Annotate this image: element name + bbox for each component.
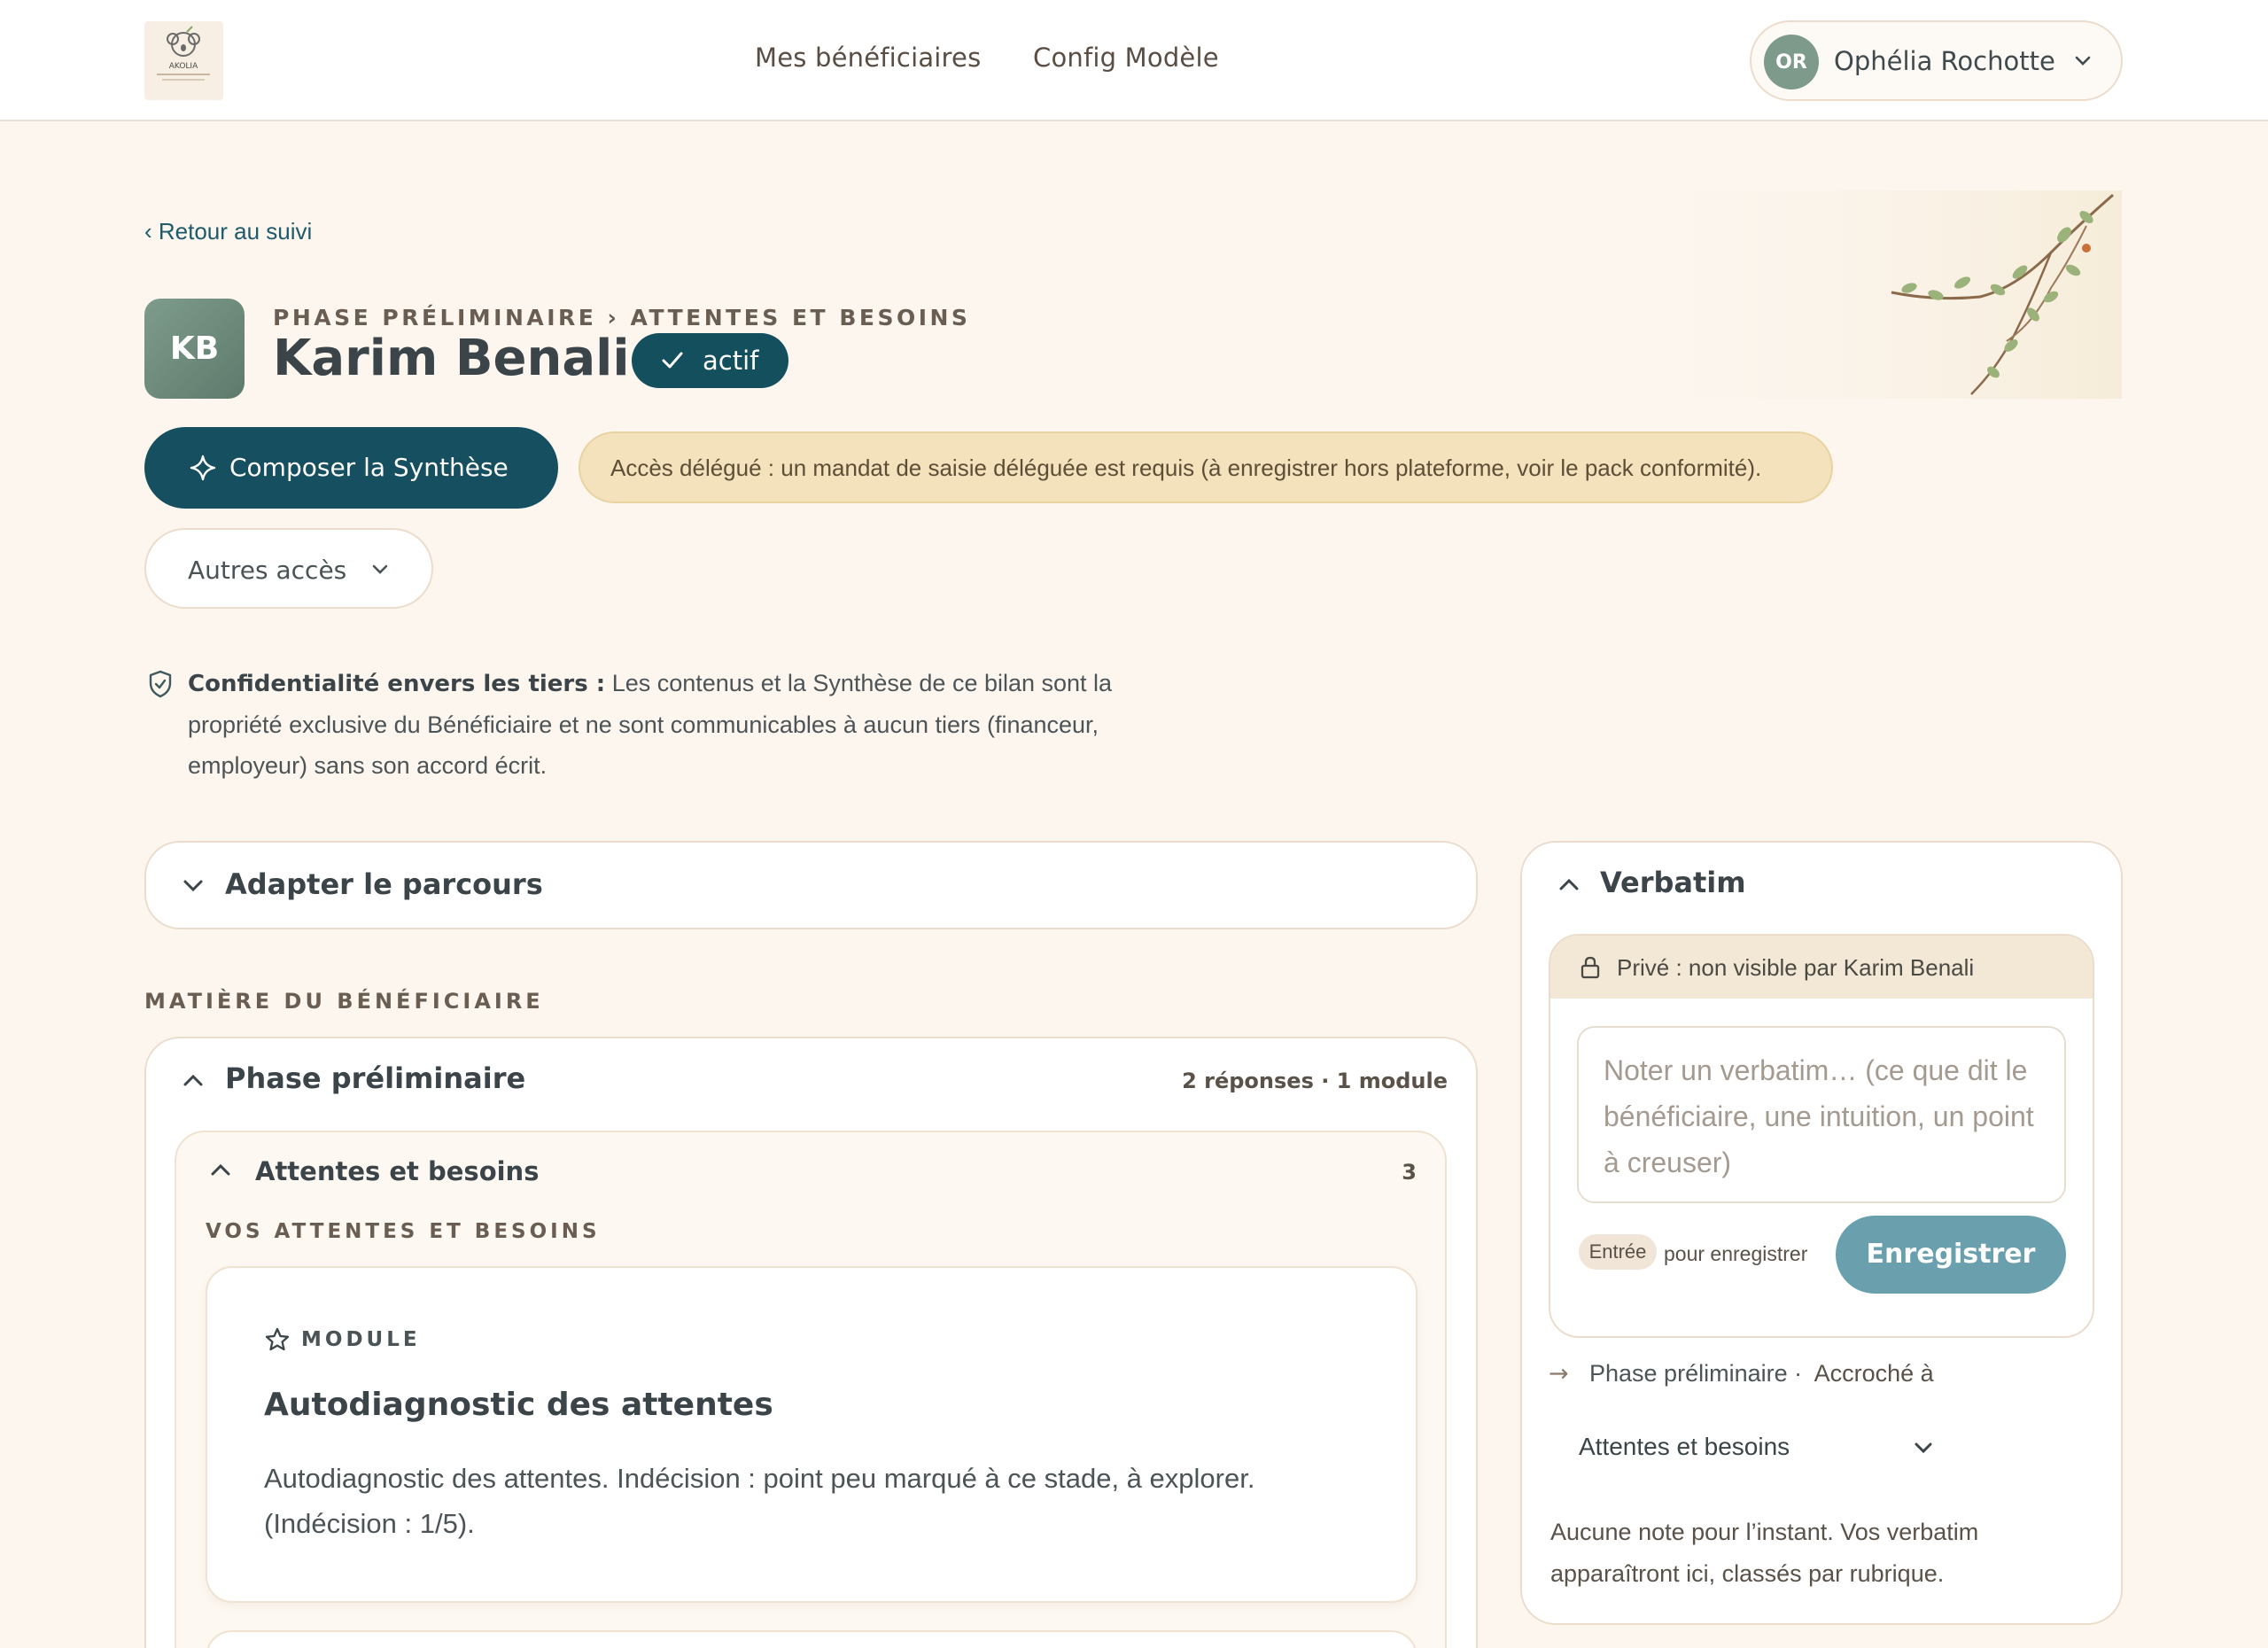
user-menu-button[interactable]: OR Ophélia Rochotte (1750, 20, 2123, 101)
app-logo[interactable]: AKOLIA (144, 21, 223, 100)
nav-mes-beneficiaires[interactable]: Mes bénéficiaires (755, 43, 981, 73)
attach-line: Phase préliminaire · Accroché à (1589, 1360, 1934, 1387)
nav-config-modele[interactable]: Config Modèle (1033, 43, 1219, 73)
branch-decoration-icon (1555, 190, 2122, 399)
user-avatar: OR (1764, 35, 1819, 89)
verbatim-composer: Privé : non visible par Karim Benali Ent… (1549, 934, 2094, 1338)
save-verbatim-button[interactable]: Enregistrer (1836, 1216, 2066, 1294)
rubric-title[interactable]: Attentes et besoins (255, 1156, 539, 1186)
status-badge: actif (632, 333, 788, 388)
lock-icon (1581, 956, 1600, 979)
page-title: Karim Benali (273, 330, 630, 387)
breadcrumb: PHASE PRÉLIMINAIRE › ATTENTES ET BESOINS (273, 305, 971, 330)
adapt-path-panel[interactable]: Adapter le parcours (144, 841, 1478, 929)
chevron-down-icon (1915, 1442, 1932, 1454)
chevron-up-icon[interactable] (210, 1162, 231, 1177)
top-bar: AKOLIA Mes bénéficiaires Config Modèle O… (0, 0, 2268, 121)
attach-rubric-select[interactable]: Attentes et besoins (1579, 1433, 1932, 1461)
module-title: Autodiagnostic des attentes (264, 1387, 773, 1423)
compose-synthesis-button[interactable]: Composer la Synthèse (144, 427, 558, 509)
back-to-follow-link[interactable]: ‹ Retour au suivi (144, 218, 312, 245)
module-text: Autodiagnostic des attentes. Indécision … (264, 1463, 1255, 1539)
rubric-count: 3 (1402, 1160, 1417, 1185)
chevron-down-icon (372, 564, 388, 574)
user-name: Ophélia Rochotte (1834, 46, 2055, 76)
rubric-label: VOS ATTENTES ET BESOINS (206, 1220, 601, 1243)
delegated-access-notice: Accès délégué : un mandat de saisie délé… (579, 431, 1833, 503)
chevron-down-icon (183, 880, 203, 892)
check-icon (662, 352, 683, 369)
chevron-up-icon[interactable] (182, 1072, 205, 1088)
verbatim-input[interactable] (1577, 1026, 2066, 1203)
verbatim-title[interactable]: Verbatim (1600, 866, 1746, 899)
enter-key-hint-label: pour enregistrer (1664, 1242, 1808, 1265)
phase-meta: 2 réponses · 1 module (1182, 1069, 1448, 1093)
enter-key-hint: Entrée (1579, 1234, 1657, 1270)
chevron-down-icon (2075, 56, 2091, 66)
star-icon (265, 1327, 290, 1351)
phase-title[interactable]: Phase préliminaire (225, 1061, 525, 1095)
arrow-right-icon: → (1549, 1360, 1569, 1388)
koala-logo-icon: AKOLIA (157, 26, 210, 81)
sparkle-icon (190, 455, 216, 481)
svg-text:AKOLIA: AKOLIA (169, 62, 198, 71)
beneficiary-avatar: KB (144, 299, 245, 399)
chevron-up-icon[interactable] (1557, 876, 1581, 892)
other-access-button[interactable]: Autres accès (144, 528, 433, 609)
module-card: MODULE Autodiagnostic des attentes Autod… (206, 1266, 1418, 1603)
section-label: MATIÈRE DU BÉNÉFICIAIRE (144, 989, 544, 1014)
empty-verbatim-note: Aucune note pour l’instant. Vos verbatim… (1550, 1519, 1979, 1587)
confidentiality-statement: Confidentialité envers les tiers : Les c… (188, 670, 1113, 779)
next-module-card (206, 1630, 1418, 1648)
shield-check-icon (149, 670, 172, 698)
private-notice: Privé : non visible par Karim Benali (1550, 936, 2093, 999)
module-kind: MODULE (301, 1328, 421, 1351)
